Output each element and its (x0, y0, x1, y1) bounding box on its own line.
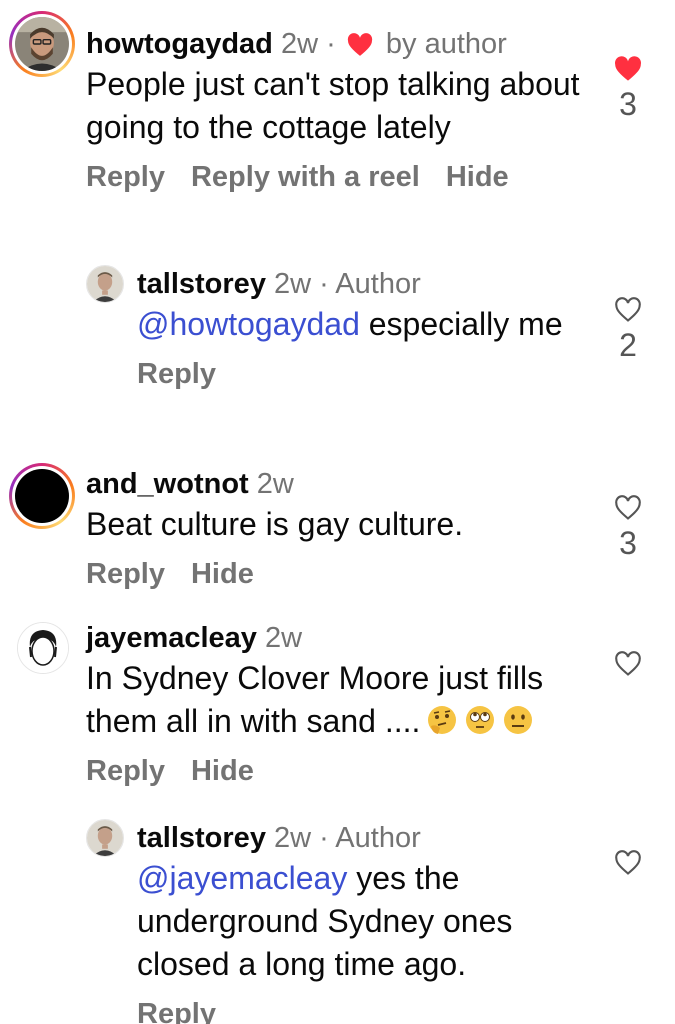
like-control[interactable]: 3 (605, 56, 651, 124)
separator: · (319, 822, 329, 854)
comment-text: @howtogaydad especially me (137, 303, 587, 346)
avatar[interactable] (86, 265, 124, 303)
avatar[interactable] (9, 463, 75, 529)
avatar[interactable] (86, 819, 124, 857)
reply-button[interactable]: Reply (86, 558, 165, 590)
avatar[interactable] (9, 11, 75, 77)
thinking-face-emoji (428, 706, 457, 734)
username[interactable]: howtogaydad (86, 28, 273, 60)
reply-button[interactable]: Reply (137, 998, 216, 1024)
author-heart-icon (347, 33, 372, 56)
timestamp: 2w (256, 468, 294, 500)
separator: · (319, 268, 329, 300)
timestamp: 2w (274, 822, 312, 854)
like-control[interactable]: 2 (605, 297, 651, 365)
user-photo-icon (87, 820, 123, 856)
like-control[interactable] (605, 850, 651, 876)
mention-link[interactable]: @jayemacleay (137, 860, 347, 896)
reply-button[interactable]: Reply (86, 161, 165, 193)
like-control[interactable]: 3 (605, 495, 651, 563)
hide-button[interactable]: Hide (446, 161, 509, 193)
neutral-face-emoji (504, 706, 533, 734)
rolling-eyes-emoji (466, 706, 495, 734)
mention-link[interactable]: @howtogaydad (137, 306, 360, 342)
author-label: Author (335, 268, 421, 300)
like-count: 3 (619, 525, 637, 561)
liked-by-author-label: by author (385, 28, 507, 60)
like-control[interactable] (605, 651, 651, 677)
user-photo-icon (15, 17, 69, 71)
separator: · (326, 28, 336, 60)
like-count: 3 (619, 86, 637, 122)
comment-body: especially me (359, 306, 563, 342)
heart-filled-icon[interactable] (614, 56, 642, 82)
username[interactable]: and_wotnot (86, 468, 249, 500)
user-photo-icon (18, 623, 68, 673)
like-count: 2 (619, 327, 637, 363)
comment-text: In Sydney Clover Moore just fills them a… (86, 657, 586, 743)
timestamp: 2w (280, 28, 319, 60)
heart-outline-icon[interactable] (614, 495, 642, 521)
avatar[interactable] (17, 622, 69, 674)
comments-thread: howtogaydad 2w · by author People just c… (0, 0, 675, 1024)
reply-button[interactable]: Reply (137, 358, 216, 390)
author-label: Author (335, 822, 421, 854)
timestamp: 2w (274, 268, 312, 300)
reply-with-reel-button[interactable]: Reply with a reel (191, 161, 420, 193)
username[interactable]: tallstorey (137, 822, 266, 854)
hide-button[interactable]: Hide (191, 755, 254, 787)
heart-outline-icon[interactable] (614, 651, 642, 677)
comment-text: Beat culture is gay culture. (86, 506, 464, 542)
user-photo-icon (87, 266, 123, 302)
username[interactable]: jayemacleay (86, 622, 257, 654)
heart-outline-icon[interactable] (614, 850, 642, 876)
username[interactable]: tallstorey (137, 268, 266, 300)
comment-text: People just can't stop talking about goi… (86, 66, 580, 145)
comment-text: @jayemacleay yes the underground Sydney … (137, 857, 557, 986)
heart-outline-icon[interactable] (614, 297, 642, 323)
reply-button[interactable]: Reply (86, 755, 165, 787)
hide-button[interactable]: Hide (191, 558, 254, 590)
timestamp: 2w (265, 622, 303, 654)
